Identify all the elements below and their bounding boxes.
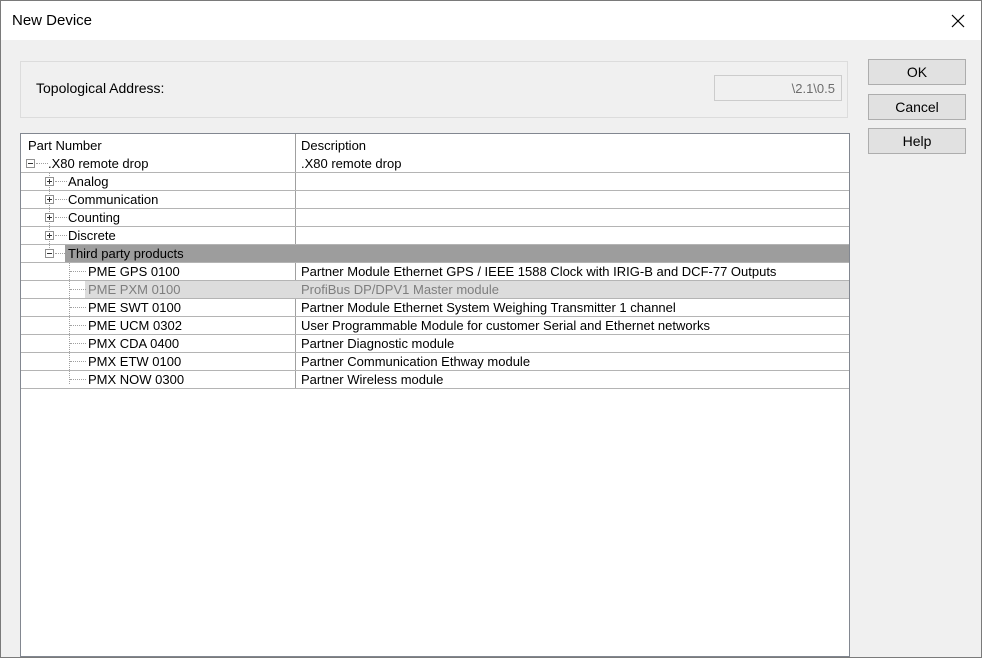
tree-row-category[interactable]: Analog (21, 173, 849, 191)
tree-row-item-disabled[interactable]: PME PXM 0100 ProfiBus DP/DPV1 Master mod… (21, 281, 849, 299)
tree-row-category-selected[interactable]: Third party products (21, 245, 849, 263)
collapse-icon[interactable] (26, 159, 35, 168)
part-number: PME GPS 0100 (88, 264, 180, 279)
part-description: Partner Module Ethernet System Weighing … (301, 300, 676, 315)
tree-node-label: Communication (68, 192, 159, 207)
tree-row-category[interactable]: Discrete (21, 227, 849, 245)
device-tree[interactable]: Part Number Description .X80 remote drop… (20, 133, 850, 657)
tree-connector (55, 253, 65, 254)
tree-connector (55, 235, 67, 236)
part-number: PMX CDA 0400 (88, 336, 180, 351)
tree-row-item[interactable]: PME GPS 0100 Partner Module Ethernet GPS… (21, 263, 849, 281)
tree-connector (70, 379, 86, 380)
tree-row-root[interactable]: .X80 remote drop .X80 remote drop (21, 155, 849, 173)
tree-connector (70, 307, 86, 308)
part-description: User Programmable Module for customer Se… (301, 318, 710, 333)
part-number: PMX ETW 0100 (88, 354, 182, 369)
tree-row-category[interactable]: Counting (21, 209, 849, 227)
tree-row-item[interactable]: PME SWT 0100 Partner Module Ethernet Sys… (21, 299, 849, 317)
tree-connector (70, 361, 86, 362)
tree-rows: .X80 remote drop .X80 remote drop Analog… (21, 155, 849, 389)
dialog-title: New Device (12, 12, 93, 29)
column-header-description[interactable]: Description (301, 138, 366, 153)
part-number: PME UCM 0302 (88, 318, 182, 333)
tree-node-label: Analog (68, 174, 109, 189)
tree-row-item[interactable]: PMX ETW 0100 Partner Communication Ethwa… (21, 353, 849, 371)
part-description: Partner Module Ethernet GPS / IEEE 1588 … (301, 264, 777, 279)
new-device-dialog: New Device Topological Address: OK Cance… (0, 0, 982, 658)
part-number: PME SWT 0100 (88, 300, 181, 315)
tree-node-label: Discrete (68, 228, 116, 243)
tree-row-item[interactable]: PMX NOW 0300 Partner Wireless module (21, 371, 849, 389)
tree-header: Part Number Description (21, 134, 849, 156)
tree-row-item[interactable]: PMX CDA 0400 Partner Diagnostic module (21, 335, 849, 353)
collapse-icon[interactable] (45, 249, 54, 258)
part-number: PME PXM 0100 (88, 282, 181, 297)
tree-connector (70, 271, 86, 272)
tree-row-category[interactable]: Communication (21, 191, 849, 209)
part-description: Partner Wireless module (301, 372, 444, 387)
part-description: Partner Diagnostic module (301, 336, 455, 351)
expand-icon[interactable] (45, 231, 54, 240)
tree-connector (55, 217, 67, 218)
close-icon (951, 14, 965, 27)
topological-address-field[interactable] (714, 75, 842, 101)
part-description: ProfiBus DP/DPV1 Master module (301, 282, 499, 297)
cancel-button[interactable]: Cancel (868, 94, 966, 120)
tree-connector (70, 289, 86, 290)
tree-node-label: Third party products (68, 246, 184, 261)
part-description: Partner Communication Ethway module (301, 354, 531, 369)
expand-icon[interactable] (45, 195, 54, 204)
tree-node-description: .X80 remote drop (301, 156, 402, 171)
tree-node-label: Counting (68, 210, 121, 225)
tree-connector (55, 181, 67, 182)
expand-icon[interactable] (45, 213, 54, 222)
tree-connector (55, 199, 67, 200)
close-button[interactable] (935, 1, 981, 40)
expand-icon[interactable] (45, 177, 54, 186)
column-header-part-number[interactable]: Part Number (28, 138, 102, 153)
topological-address-panel: Topological Address: (20, 61, 848, 118)
title-bar: New Device (1, 1, 981, 40)
tree-connector (70, 325, 86, 326)
help-button[interactable]: Help (868, 128, 966, 154)
tree-connector (36, 163, 48, 164)
topological-address-label: Topological Address: (36, 80, 165, 96)
tree-connector (70, 343, 86, 344)
tree-node-label: .X80 remote drop (48, 156, 149, 171)
tree-row-item[interactable]: PME UCM 0302 User Programmable Module fo… (21, 317, 849, 335)
ok-button[interactable]: OK (868, 59, 966, 85)
part-number: PMX NOW 0300 (88, 372, 185, 387)
